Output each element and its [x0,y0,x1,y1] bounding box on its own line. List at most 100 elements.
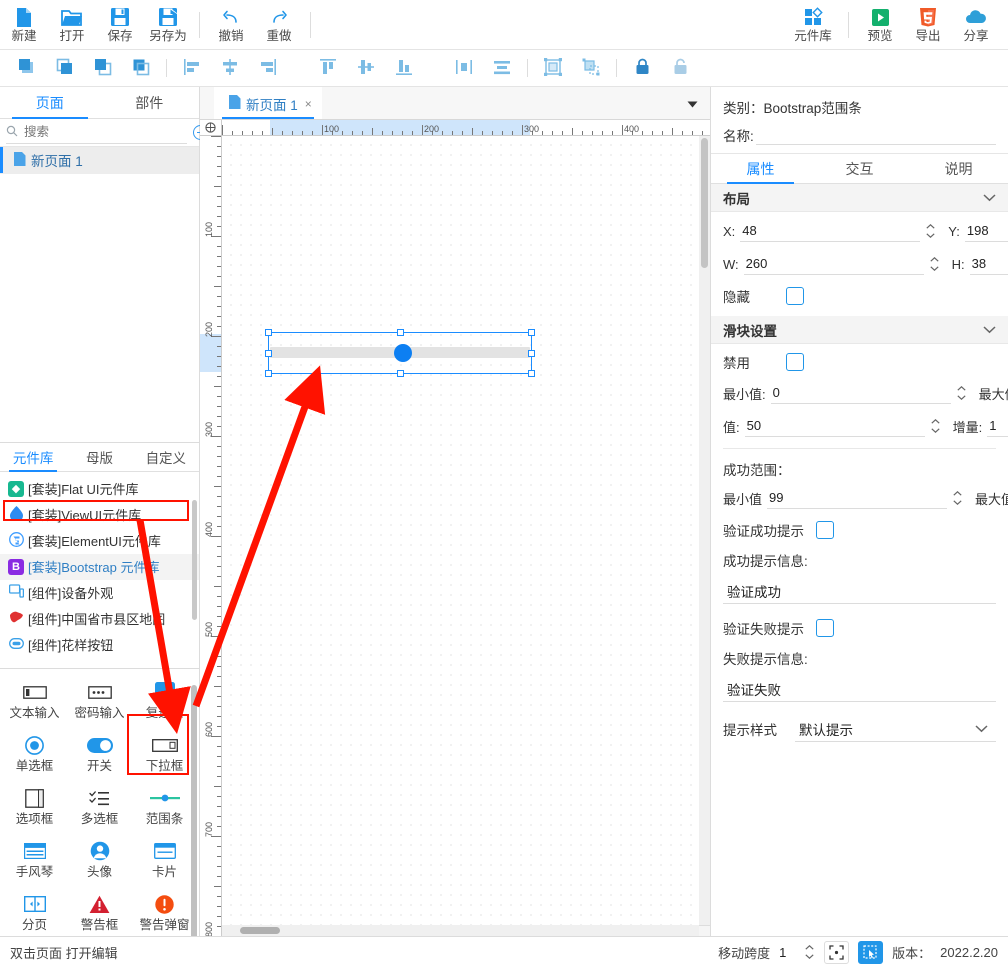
lib-tab-custom[interactable]: 自定义 [133,443,199,471]
canvas-horizontal-scrollbar[interactable] [222,925,699,936]
hidden-checkbox[interactable] [786,287,804,305]
align-middle-vertical-button[interactable] [347,53,385,83]
move-span-value[interactable]: 1 [779,945,795,960]
resize-handle-ne[interactable] [528,329,535,336]
resize-handle-e[interactable] [528,350,535,357]
canvas-area[interactable] [222,136,710,936]
component-library-button[interactable]: 元件库 [785,1,841,49]
palette-item-range-slider[interactable]: 范围条 [132,781,197,834]
lib-tab-master[interactable]: 母版 [66,443,132,471]
resize-handle-nw[interactable] [265,329,272,336]
field-step-input[interactable] [987,415,1008,437]
palette-item-multiselect[interactable]: 多选框 [67,781,132,834]
canvas-tab-close-icon[interactable]: × [305,97,312,111]
field-x-stepper[interactable] [925,224,936,238]
align-top-button[interactable] [309,53,347,83]
tab-properties[interactable]: 属性 [711,154,810,184]
library-item-flatui[interactable]: ◆ [套装]Flat UI元件库 [0,476,199,502]
library-item-device[interactable]: [组件]设备外观 [0,580,199,606]
search-box[interactable] [6,122,187,144]
canvas-horizontal-scrollbar-thumb[interactable] [240,927,280,934]
library-item-fancy-button[interactable]: [组件]花样按钮 [0,632,199,658]
palette-scrollbar[interactable] [191,684,197,936]
resize-handle-sw[interactable] [265,370,272,377]
palette-item-accordion[interactable]: 手风琴 [2,834,67,887]
field-value-input[interactable] [744,415,925,437]
group-button[interactable] [534,53,572,83]
palette-item-checkbox[interactable]: 复选框 [132,675,197,728]
bring-to-front-button[interactable] [8,53,46,83]
canvas-vertical-scrollbar[interactable] [699,136,710,925]
selection-tool-button[interactable] [858,940,884,964]
resize-handle-se[interactable] [528,370,535,377]
field-sr-min-input[interactable] [767,487,948,509]
tab-widgets[interactable]: 部件 [100,87,200,118]
field-min-stepper[interactable] [956,386,967,400]
tab-description[interactable]: 说明 [909,154,1008,183]
bring-forward-button[interactable] [84,53,122,83]
library-item-china-map[interactable]: [组件]中国省市县区地图 [0,606,199,632]
tip-style-select[interactable]: 默认提示 [795,716,996,742]
distribute-horizontal-button[interactable] [445,53,483,83]
palette-item-alert-dialog[interactable]: 警告弹窗 [132,887,197,937]
align-center-horizontal-button[interactable] [211,53,249,83]
distribute-vertical-button[interactable] [483,53,521,83]
redo-button[interactable]: 重做 [255,1,303,49]
unlock-button[interactable] [661,53,699,83]
tab-pages[interactable]: 页面 [0,87,100,119]
resize-handle-s[interactable] [397,370,404,377]
send-to-back-button[interactable] [46,53,84,83]
tab-interactions[interactable]: 交互 [810,154,909,183]
library-item-bootstrap[interactable]: B [套装]Bootstrap 元件库 [0,553,199,580]
chevron-down-icon[interactable] [983,190,996,205]
disabled-checkbox[interactable] [786,353,804,371]
palette-item-switch[interactable]: 开关 [67,728,132,781]
library-item-elementui[interactable]: [套装]ElementUI元件库 [0,528,199,554]
page-canvas[interactable] [222,136,710,926]
vertical-ruler[interactable]: 100 200 300 400 500 600 700 800 [200,136,222,936]
ruler-origin-icon[interactable] [200,120,222,135]
palette-item-alert-box[interactable]: 警告框 [67,887,132,937]
lib-tab-components[interactable]: 元件库 [0,443,66,472]
save-as-button[interactable]: 另存为 [144,1,192,49]
bootstrap-range-slider-widget[interactable] [265,329,535,377]
ungroup-button[interactable] [572,53,610,83]
palette-item-dropdown[interactable]: 下拉框 [132,728,197,781]
align-bottom-button[interactable] [385,53,423,83]
field-w-stepper[interactable] [929,257,940,271]
palette-item-option-box[interactable]: 选项框 [2,781,67,834]
palette-item-password-input[interactable]: 密码输入 [67,675,132,728]
library-scrollbar[interactable] [192,499,197,620]
palette-item-radio[interactable]: 单选框 [2,728,67,781]
lock-button[interactable] [623,53,661,83]
search-input[interactable] [22,124,187,140]
share-button[interactable]: 分享 [952,1,1000,49]
page-list-item[interactable]: 新页面 1 [0,147,199,173]
canvas-tab-new-page[interactable]: 新页面 1 × [214,87,322,119]
fail-msg-input[interactable] [723,676,996,702]
library-item-viewui[interactable]: [套装]ViewUI元件库 [0,502,199,528]
palette-item-card[interactable]: 卡片 [132,834,197,887]
horizontal-ruler-track[interactable]: 100 200 300 400 [222,120,710,135]
widget-name-input[interactable] [755,125,996,145]
palette-item-text-input[interactable]: 文本输入 [2,675,67,728]
new-button[interactable]: 新建 [0,1,48,49]
tabbar-dropdown-icon[interactable] [687,96,698,111]
slider-settings-section-header[interactable]: 滑块设置 [711,316,1008,344]
field-min-input[interactable] [770,382,951,404]
fit-to-screen-button[interactable] [824,940,850,964]
field-value-stepper[interactable] [930,419,941,433]
send-backward-button[interactable] [122,53,160,83]
palette-item-pagination[interactable]: 分页 [2,887,67,937]
success-msg-input[interactable] [723,578,996,604]
open-button[interactable]: 打开 [48,1,96,49]
move-span-stepper[interactable] [804,945,815,959]
canvas-vertical-scrollbar-thumb[interactable] [701,138,708,268]
field-h-input[interactable] [969,253,1008,275]
field-w-input[interactable] [743,253,924,275]
align-left-button[interactable] [173,53,211,83]
resize-handle-n[interactable] [397,329,404,336]
chevron-down-icon-2[interactable] [983,322,996,337]
field-x-input[interactable] [740,220,921,242]
align-right-button[interactable] [249,53,287,83]
